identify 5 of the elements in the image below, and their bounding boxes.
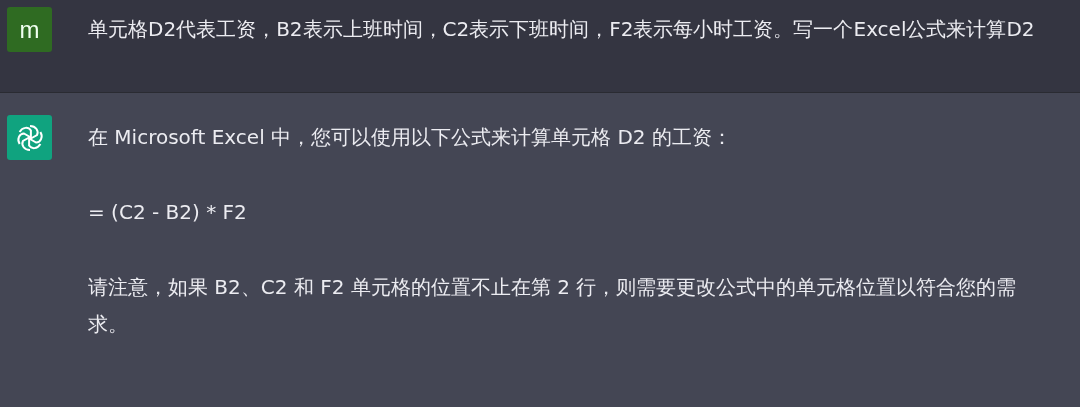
message-text: 在 Microsoft Excel 中，您可以使用以下公式来计算单元格 D2 的工资： xyxy=(88,124,733,151)
message-text: = (C2 - B2) * F2 xyxy=(88,199,248,226)
message-text: 请注意，如果 B2、C2 和 F2 单元格的位置不止在第 2 行，则需要更改公式中的单元格位置以符合您的需求。 xyxy=(88,274,1018,338)
message-text: 单元格D2代表工资，B2表示上班时间，C2表示下班时间，F2表示每小时工资。写一个Excel公式来计算D2 xyxy=(88,16,1035,43)
user-avatar: m xyxy=(7,7,52,52)
